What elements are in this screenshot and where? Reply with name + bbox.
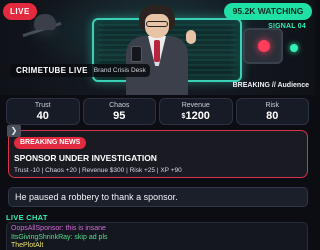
glasses-icon: [146, 21, 168, 27]
stat-risk: Risk 80: [235, 98, 309, 125]
chat-message: ThePlotAlt: [11, 242, 303, 250]
stat-value: 80: [266, 110, 279, 122]
stat-label: Trust: [34, 102, 51, 109]
live-chat-feed[interactable]: OopsAllSponsor: this is insane ItsGiving…: [6, 222, 308, 250]
status-led: [290, 44, 298, 52]
stat-revenue: Revenue $1200: [159, 98, 233, 125]
news-headline: SPONSOR UNDER INVESTIGATION: [14, 153, 157, 163]
breaking-audience-tag: BREAKING // Audience: [232, 82, 309, 89]
chevron-right-icon[interactable]: ❯: [7, 125, 21, 137]
chat-username: OopsAllSponsor: [11, 225, 62, 232]
breaking-news-card: BREAKING NEWS SPONSOR UNDER INVESTIGATIO…: [8, 130, 308, 178]
stream-hero: LIVE 95.2K WATCHING SIGNAL 04 CRIMETUBE …: [0, 0, 315, 95]
stat-value: 40: [36, 110, 49, 122]
live-badge: LIVE: [3, 3, 37, 20]
chat-message: ItsGivingShrinkRay: skip ad pls: [11, 233, 108, 241]
host-tie: [154, 40, 160, 62]
stat-trust: Trust 40: [6, 98, 80, 125]
chat-username: ItsGivingShrinkRay: [11, 233, 71, 241]
live-chat-title: LIVE CHAT: [6, 213, 48, 222]
news-effects: Trust -10 | Chaos +20 | Revenue $300 | R…: [14, 167, 182, 174]
stats-bar: Trust 40 Chaos 95 Revenue $1200 Risk 80: [6, 98, 309, 125]
revenue-amount: 1200: [185, 110, 210, 122]
show-nameplate: CRIMETUBE LIVE Brand Crisis Desk: [10, 64, 150, 77]
stat-label: Chaos: [109, 102, 130, 109]
stat-label: Revenue: [181, 102, 210, 109]
chat-text: this is insane: [65, 225, 106, 232]
signal-label: SIGNAL 04: [268, 23, 306, 30]
breaking-news-pill: BREAKING NEWS: [14, 137, 87, 149]
studio-lamp: [34, 14, 56, 30]
chat-message: OopsAllSponsor: this is insane: [11, 225, 106, 232]
host-hand: [186, 30, 196, 44]
stat-chaos: Chaos 95: [82, 98, 156, 125]
chat-text: skip ad pls: [74, 233, 108, 241]
stat-value: 95: [113, 110, 126, 122]
stat-value: $1200: [160, 110, 232, 122]
show-name: CRIMETUBE LIVE: [16, 66, 88, 75]
stat-label: Risk: [265, 102, 280, 109]
viewer-count: 95.2K WATCHING: [224, 3, 312, 20]
chat-username: ThePlotAlt: [11, 242, 44, 249]
event-quote: He paused a robbery to thank a sponsor.: [8, 187, 308, 207]
show-desk: Brand Crisis Desk: [93, 67, 146, 74]
phone-icon: [131, 46, 142, 62]
robot-eye-light: [258, 40, 270, 52]
